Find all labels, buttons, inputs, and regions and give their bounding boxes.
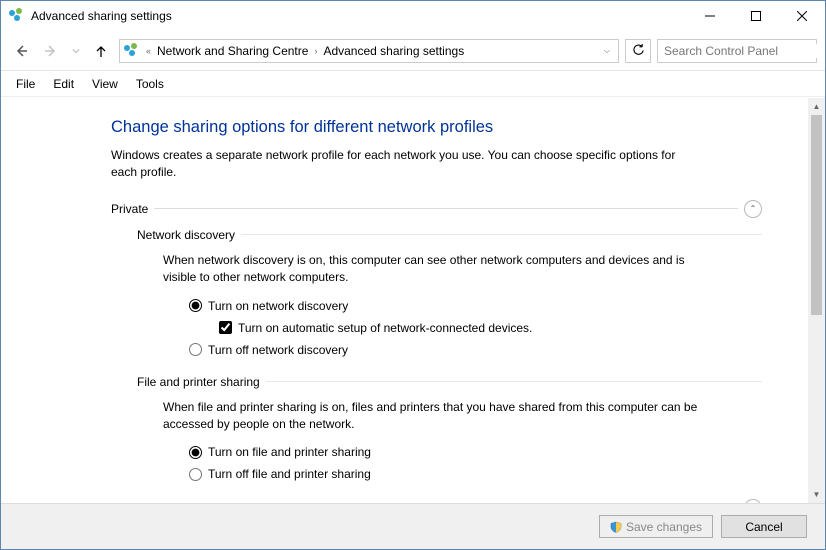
minimize-button[interactable] <box>687 1 733 31</box>
menu-tools[interactable]: Tools <box>127 74 173 94</box>
title-bar: Advanced sharing settings <box>1 1 825 31</box>
page-heading: Change sharing options for different net… <box>111 118 762 137</box>
radio-fps-on[interactable]: Turn on file and printer sharing <box>189 443 762 461</box>
scroll-thumb[interactable] <box>811 115 822 315</box>
fps-desc: When file and printer sharing is on, fil… <box>163 399 703 434</box>
address-bar[interactable]: « Network and Sharing Centre › Advanced … <box>119 39 619 63</box>
recent-dropdown[interactable] <box>69 39 83 63</box>
subsection-file-printer-sharing: File and printer sharing <box>137 375 762 389</box>
netdisc-desc: When network discovery is on, this compu… <box>163 252 703 287</box>
subsection-network-discovery: Network discovery <box>137 228 762 242</box>
chevron-right-icon: › <box>312 46 319 56</box>
refresh-button[interactable] <box>625 39 651 63</box>
checkbox-netdisc-auto[interactable]: Turn on automatic setup of network-conne… <box>219 319 762 337</box>
search-input[interactable] <box>664 44 819 58</box>
address-icon <box>124 43 140 59</box>
page-subhead: Windows creates a separate network profi… <box>111 147 701 182</box>
content-area: Change sharing options for different net… <box>1 98 808 503</box>
close-button[interactable] <box>779 1 825 31</box>
vertical-scrollbar[interactable]: ▲ ▼ <box>808 98 825 503</box>
up-button[interactable] <box>89 39 113 63</box>
shield-icon <box>610 521 622 533</box>
section-private-header[interactable]: Private ⌃ <box>111 200 762 218</box>
maximize-button[interactable] <box>733 1 779 31</box>
section-private-label: Private <box>111 202 154 216</box>
menu-view[interactable]: View <box>83 74 127 94</box>
save-changes-button[interactable]: Save changes <box>599 515 713 538</box>
cancel-button[interactable]: Cancel <box>721 515 807 538</box>
radio-netdisc-on[interactable]: Turn on network discovery <box>189 297 762 315</box>
scroll-up-button[interactable]: ▲ <box>808 98 825 115</box>
footer-bar: Save changes Cancel <box>1 503 825 549</box>
search-box[interactable] <box>657 39 817 63</box>
app-icon <box>9 8 25 24</box>
menu-bar: File Edit View Tools <box>1 71 825 97</box>
window-title: Advanced sharing settings <box>31 9 172 23</box>
menu-edit[interactable]: Edit <box>44 74 83 94</box>
back-button[interactable] <box>9 39 33 63</box>
address-dropdown-icon[interactable]: ⌵ <box>600 46 614 56</box>
radio-netdisc-off[interactable]: Turn off network discovery <box>189 341 762 359</box>
breadcrumb-parent[interactable]: Network and Sharing Centre <box>153 44 312 58</box>
forward-button <box>39 39 63 63</box>
scroll-down-button[interactable]: ▼ <box>808 486 825 503</box>
radio-fps-off[interactable]: Turn off file and printer sharing <box>189 465 762 483</box>
chevron-left-icon[interactable]: « <box>144 46 153 56</box>
nav-row: « Network and Sharing Centre › Advanced … <box>1 31 825 71</box>
breadcrumb-current[interactable]: Advanced sharing settings <box>319 44 468 58</box>
menu-file[interactable]: File <box>7 74 44 94</box>
collapse-up-icon[interactable]: ⌃ <box>744 200 762 218</box>
